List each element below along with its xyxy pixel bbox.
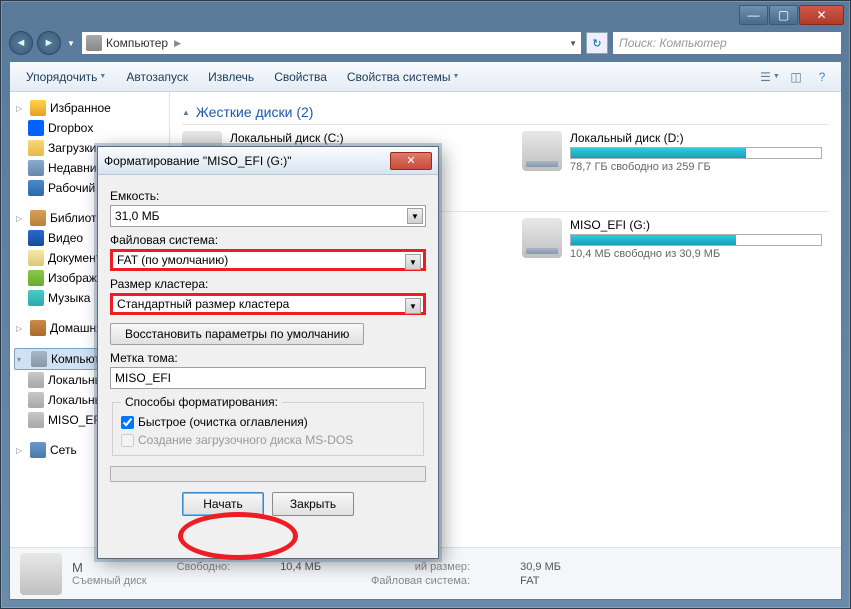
address-dropdown[interactable]: ▼: [569, 39, 577, 48]
dialog-close-button[interactable]: ✕: [390, 152, 432, 170]
document-icon: [28, 250, 44, 266]
drive-d[interactable]: Локальный диск (D:) 78,7 ГБ свободно из …: [522, 131, 822, 173]
help-icon[interactable]: ?: [811, 66, 833, 88]
recent-icon: [28, 160, 44, 176]
library-icon: [30, 210, 46, 226]
capacity-bar: [570, 147, 822, 159]
close-button[interactable]: Закрыть: [272, 492, 354, 516]
window-close-button[interactable]: ✕: [799, 5, 844, 25]
preview-pane-icon[interactable]: ◫: [785, 66, 807, 88]
nav-back-button[interactable]: ◄: [9, 31, 33, 55]
star-icon: [30, 100, 46, 116]
format-methods-group: Способы форматирования: Быстрое (очистка…: [112, 395, 424, 456]
search-input[interactable]: Поиск: Компьютер: [612, 31, 842, 55]
sidebar-favorites[interactable]: ▷Избранное: [14, 98, 165, 118]
msdos-boot-input: [121, 434, 134, 447]
video-icon: [28, 230, 44, 246]
msdos-boot-checkbox: Создание загрузочного диска MS-DOS: [121, 433, 415, 447]
drive-name: Локальный диск (D:): [570, 131, 822, 145]
capacity-bar: [570, 234, 822, 246]
statusbar-fs-lbl: Файловая система:: [371, 575, 470, 587]
address-text: Компьютер: [106, 36, 168, 50]
statusbar-fs-val: FAT: [520, 575, 561, 587]
drive-g[interactable]: MISO_EFI (G:) 10,4 МБ свободно из 30,9 М…: [522, 218, 822, 260]
dialog-title-bar[interactable]: Форматирование "MISO_EFI (G:)" ✕: [98, 147, 438, 175]
statusbar-size-lbl: ий размер:: [371, 561, 470, 573]
statusbar-free-lbl: Свободно:: [177, 561, 231, 573]
network-icon: [30, 442, 46, 458]
nav-forward-button[interactable]: ►: [37, 31, 61, 55]
chevron-down-icon: ▼: [405, 298, 421, 314]
selected-drive-icon: [20, 553, 62, 595]
filesystem-select[interactable]: FAT (по умолчанию)▼: [110, 249, 426, 271]
drive-free: 10,4 МБ свободно из 30,9 МБ: [570, 248, 822, 260]
filesystem-label: Файловая система:: [110, 233, 426, 247]
nav-bar: ◄ ► ▼ Компьютер ▶ ▼ ↻ Поиск: Компьютер: [9, 29, 842, 57]
toolbar-sys-properties[interactable]: Свойства системы▼: [339, 66, 468, 88]
image-icon: [28, 270, 44, 286]
search-placeholder: Поиск: Компьютер: [619, 36, 727, 50]
sidebar-dropbox[interactable]: Dropbox: [14, 118, 165, 138]
quick-format-input[interactable]: [121, 416, 134, 429]
cluster-label: Размер кластера:: [110, 277, 426, 291]
chevron-down-icon: ▼: [407, 208, 423, 224]
disk-icon: [28, 412, 44, 428]
format-dialog: Форматирование "MISO_EFI (G:)" ✕ Емкость…: [97, 146, 439, 559]
computer-icon: [31, 351, 47, 367]
drive-name: MISO_EFI (G:): [570, 218, 822, 232]
download-icon: [28, 140, 44, 156]
capacity-label: Емкость:: [110, 189, 426, 203]
statusbar-size-val: 30,9 МБ: [520, 561, 561, 573]
toolbar-eject[interactable]: Извлечь: [200, 66, 262, 88]
statusbar-type: Съемный диск: [72, 575, 147, 587]
drive-free: 78,7 ГБ свободно из 259 ГБ: [570, 161, 822, 173]
minimize-button[interactable]: —: [739, 5, 768, 25]
toolbar-properties[interactable]: Свойства: [266, 66, 335, 88]
drive-name: Локальный диск (C:): [230, 131, 482, 145]
drive-icon: [522, 131, 562, 171]
chevron-down-icon: ▼: [405, 254, 421, 270]
quick-format-checkbox[interactable]: Быстрое (очистка оглавления): [121, 415, 415, 429]
dropbox-icon: [28, 120, 44, 136]
restore-defaults-button[interactable]: Восстановить параметры по умолчанию: [110, 323, 364, 345]
chevron-right-icon: ▶: [174, 38, 181, 49]
maximize-button[interactable]: ▢: [769, 5, 798, 25]
music-icon: [28, 290, 44, 306]
volume-label-input[interactable]: [110, 367, 426, 389]
computer-icon: [86, 35, 102, 51]
start-button[interactable]: Начать: [182, 492, 264, 516]
dialog-title: Форматирование "MISO_EFI (G:)": [104, 154, 390, 168]
format-methods-label: Способы форматирования:: [121, 395, 282, 409]
refresh-button[interactable]: ↻: [586, 32, 608, 54]
disk-icon: [28, 372, 44, 388]
nav-history-dropdown[interactable]: ▼: [65, 33, 77, 53]
homegroup-icon: [30, 320, 46, 336]
cluster-select[interactable]: Стандартный размер кластера▼: [110, 293, 426, 315]
title-bar: — ▢ ✕: [1, 1, 850, 29]
toolbar-organize[interactable]: Упорядочить▼: [18, 66, 114, 88]
disk-icon: [28, 392, 44, 408]
statusbar-name: M: [72, 560, 147, 575]
address-bar[interactable]: Компьютер ▶ ▼: [81, 31, 582, 55]
volume-label-label: Метка тома:: [110, 351, 426, 365]
drive-icon: [522, 218, 562, 258]
statusbar-free-val: 10,4 МБ: [280, 561, 321, 573]
toolbar-autoplay[interactable]: Автозапуск: [118, 66, 196, 88]
section-hard-disks[interactable]: ▲Жесткие диски (2): [182, 100, 829, 125]
toolbar: Упорядочить▼ Автозапуск Извлечь Свойства…: [10, 62, 841, 92]
view-icon[interactable]: ☰▼: [759, 66, 781, 88]
capacity-select[interactable]: 31,0 МБ▼: [110, 205, 426, 227]
format-progress-bar: [110, 466, 426, 482]
desktop-icon: [28, 180, 44, 196]
